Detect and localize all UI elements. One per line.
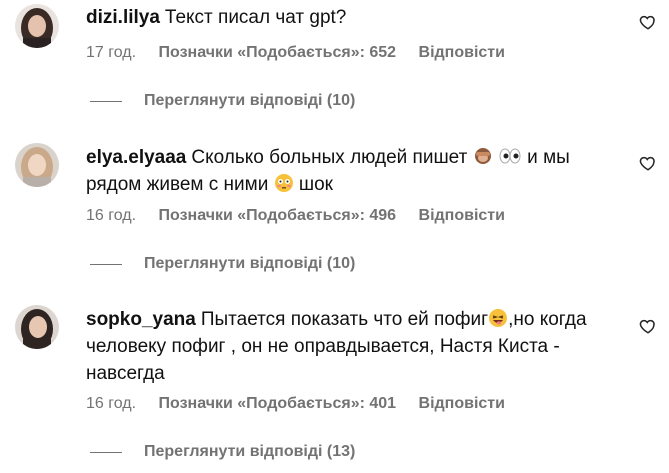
view-replies[interactable]: Переглянути відповіді (13) xyxy=(90,443,355,461)
comment-body-cont: и мы xyxy=(527,147,570,168)
comment-body-cont: рядом живем с ними xyxy=(86,174,269,195)
replies-divider xyxy=(90,451,122,453)
see-no-evil-monkey-icon xyxy=(474,148,491,164)
replies-divider xyxy=(90,263,122,265)
likes-count-button[interactable]: Позначки «Подобається»: 652 xyxy=(159,44,397,61)
comment-body: Сколько больных людей пишет xyxy=(191,147,468,168)
username[interactable]: sopko_yana xyxy=(86,309,196,330)
comment-body-cont: шок xyxy=(298,174,333,195)
view-replies[interactable]: Переглянути відповіді (10) xyxy=(90,92,355,110)
view-replies[interactable]: Переглянути відповіді (10) xyxy=(90,255,355,273)
username[interactable]: elya.elyaaa xyxy=(86,147,186,168)
like-heart-icon[interactable] xyxy=(639,317,657,335)
comment-meta: 16 год. Позначки «Подобається»: 401 Відп… xyxy=(86,395,523,413)
comment-text: dizi.lilya Текст писал чат gpt? xyxy=(86,4,606,31)
avatar[interactable] xyxy=(15,4,59,48)
view-replies-button[interactable]: Переглянути відповіді (10) xyxy=(144,92,355,110)
comment-meta: 16 год. Позначки «Подобається»: 496 Відп… xyxy=(86,207,523,225)
likes-count-button[interactable]: Позначки «Подобається»: 401 xyxy=(159,395,397,412)
view-replies-button[interactable]: Переглянути відповіді (13) xyxy=(144,443,355,461)
comment-meta: 17 год. Позначки «Подобається»: 652 Відп… xyxy=(86,44,523,62)
laughing-tongue-face-icon xyxy=(489,309,508,327)
like-heart-icon[interactable] xyxy=(639,13,657,31)
reply-button[interactable]: Відповісти xyxy=(419,395,505,412)
likes-count-button[interactable]: Позначки «Подобається»: 496 xyxy=(159,207,397,224)
avatar[interactable] xyxy=(15,305,59,349)
username[interactable]: dizi.lilya xyxy=(86,7,160,28)
timestamp[interactable]: 16 год. xyxy=(86,207,136,224)
flushed-face-icon xyxy=(274,174,293,192)
comment-text: sopko_yana Пытается показать что ей пофиг… xyxy=(86,306,606,387)
view-replies-button[interactable]: Переглянути відповіді (10) xyxy=(144,255,355,273)
timestamp[interactable]: 17 год. xyxy=(86,44,136,61)
like-heart-icon[interactable] xyxy=(639,154,657,172)
reply-button[interactable]: Відповісти xyxy=(419,207,505,224)
reply-button[interactable]: Відповісти xyxy=(419,44,505,61)
comment-body: Текст писал чат gpt? xyxy=(164,7,347,28)
comment-body: Пытается показать что ей пофиг xyxy=(200,309,489,330)
replies-divider xyxy=(90,100,122,102)
avatar[interactable] xyxy=(15,143,59,187)
timestamp[interactable]: 16 год. xyxy=(86,395,136,412)
comment-text: elya.elyaaa Сколько больных людей пишет и… xyxy=(86,144,606,198)
eyes-icon xyxy=(499,148,521,164)
